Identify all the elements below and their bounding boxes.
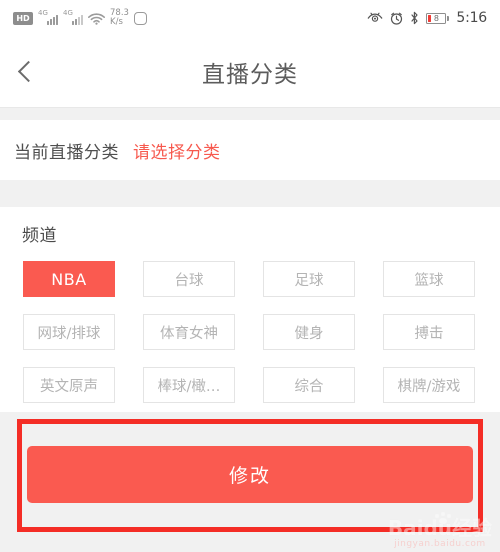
watermark-url: jingyan.baidu.com [394,539,486,549]
eye-protection-icon [367,12,383,24]
channel-chip[interactable]: 综合 [263,367,355,403]
watermark-brand: Baidu经验 [387,516,492,540]
battery-icon: 8 [426,12,450,24]
channel-section: 频道 NBA 台球 足球 篮球网球/排球 体育女神 健身 搏击英文原声 棒球/橄… 综合 棋牌/游… [0,207,500,412]
bluetooth-icon [410,11,419,25]
channel-chip[interactable]: 棒球/橄… [143,367,235,403]
sim2-generation-label: 4G [63,9,73,17]
submit-button[interactable]: 修改 [27,446,473,503]
hd-badge-icon: HD [13,11,33,25]
status-bar: HD 4G 4G 78.3 K/s 8 5:16 [0,0,500,36]
network-speed-value: 78.3 [110,7,129,18]
rounded-square-icon [133,11,147,25]
current-category-value[interactable]: 请选择分类 [133,138,221,163]
channel-chip[interactable]: 搏击 [383,314,475,350]
watermark: Baidu经验 jingyan.baidu.com [387,512,492,550]
channel-section-title: 频道 [22,226,57,246]
network-speed-indicator: 78.3 K/s [110,7,129,28]
network-speed-unit: K/s [110,17,123,27]
channel-chip[interactable]: 台球 [143,261,235,297]
channel-chip[interactable]: 英文原声 [23,367,115,403]
channel-chip-grid: NBA 台球 足球 篮球网球/排球 体育女神 健身 搏击英文原声 棒球/橄… 综合 棋牌/游戏 [23,261,478,403]
alarm-clock-icon [390,12,403,25]
status-bar-left: HD 4G 4G 78.3 K/s [13,7,147,28]
battery-level-label: 8 [433,13,439,23]
signal-bars-icon: 4G [63,9,83,25]
sim1-generation-label: 4G [38,9,48,17]
channel-chip[interactable]: 棋牌/游戏 [383,367,475,403]
signal-bars-icon: 4G [38,9,58,25]
channel-chip[interactable]: 篮球 [383,261,475,297]
channel-chip[interactable]: NBA [23,261,115,297]
channel-chip[interactable]: 健身 [263,314,355,350]
back-button[interactable] [0,36,56,107]
wifi-icon [88,12,105,25]
page-title: 直播分类 [202,61,298,88]
current-category-label: 当前直播分类 [14,142,119,163]
paw-print-icon [434,512,454,524]
channel-chip[interactable]: 足球 [263,261,355,297]
title-bar: 直播分类 [0,36,500,108]
status-bar-right: 8 5:16 [367,10,487,26]
channel-chip[interactable]: 网球/排球 [23,314,115,350]
current-category-row: 当前直播分类 请选择分类 [0,120,500,180]
phone-screen: HD 4G 4G 78.3 K/s 8 5:16 直播分类 当前直播分类 请选择… [0,0,500,552]
channel-chip[interactable]: 体育女神 [143,314,235,350]
clock-label: 5:16 [456,10,487,26]
chevron-left-icon [17,60,39,83]
